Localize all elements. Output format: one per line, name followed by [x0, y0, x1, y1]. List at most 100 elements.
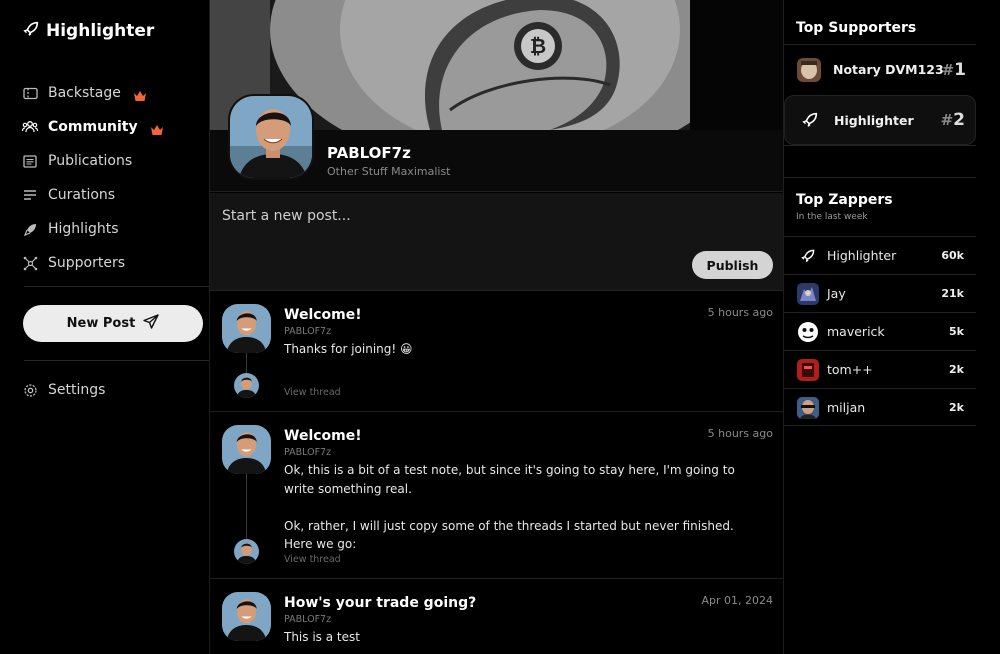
- nav-item-highlights[interactable]: Highlights: [22, 212, 202, 246]
- zapper-avatar: [797, 358, 819, 381]
- supporter-name: Highlighter: [834, 112, 914, 128]
- nav-divider: [24, 360, 210, 361]
- nav-label: Community: [48, 119, 138, 135]
- nav-item-curations[interactable]: Curations: [22, 178, 202, 212]
- post-author[interactable]: PABLOF7z: [284, 614, 331, 625]
- profile-name[interactable]: PABLOF7z: [327, 144, 411, 162]
- top-zappers-subtitle: In the last week: [796, 212, 868, 222]
- zap-amount: 21k: [941, 287, 964, 300]
- reply-avatar[interactable]: [234, 539, 259, 564]
- author-avatar[interactable]: [222, 304, 271, 353]
- top-supporters-title: Top Supporters: [796, 20, 917, 36]
- nav-divider: [24, 286, 210, 287]
- post-item[interactable]: Welcome! PABLOF7z Ok, this is a bit of a…: [210, 413, 783, 579]
- post-item[interactable]: How's your trade going? PABLOF7z This is…: [210, 580, 783, 654]
- app-name: Highlighter: [46, 21, 155, 41]
- rocket-icon: [797, 245, 819, 267]
- post-title[interactable]: How's your trade going?: [284, 595, 476, 611]
- publish-button[interactable]: Publish: [692, 251, 773, 279]
- rocket-icon: [22, 20, 40, 42]
- new-post-input[interactable]: Start a new post...: [222, 208, 351, 224]
- post-body: This is a test: [284, 630, 360, 644]
- newspaper-icon: [22, 153, 38, 169]
- new-post-button[interactable]: New Post: [23, 305, 203, 342]
- app-logo[interactable]: Highlighter: [22, 20, 154, 42]
- author-avatar[interactable]: [222, 592, 271, 641]
- main-nav: Backstage Community Publications Curatio…: [22, 76, 202, 280]
- svg-text:₿: ₿: [530, 34, 546, 58]
- post-title[interactable]: Welcome!: [284, 428, 362, 444]
- zapper-avatar: [797, 396, 819, 419]
- supporter-row[interactable]: Notary DVM123 #1: [784, 44, 976, 94]
- zapper-avatar: [797, 321, 819, 343]
- new-post-label: New Post: [66, 316, 136, 331]
- profile-tagline: Other Stuff Maximalist: [327, 165, 451, 178]
- post-body: Thanks for joining! 😀: [284, 342, 413, 356]
- nav-label: Highlights: [48, 221, 119, 237]
- thread-line: [246, 353, 247, 373]
- view-thread-link[interactable]: View thread: [284, 387, 341, 398]
- zapper-row[interactable]: maverick 5k: [784, 312, 976, 350]
- zapper-row[interactable]: Highlighter 60k: [784, 236, 976, 274]
- main-column: ₿ PABLOF7z Other Stuff Maximalist Start …: [209, 0, 784, 654]
- gear-icon: [22, 382, 38, 398]
- nav-item-community[interactable]: Community: [22, 110, 202, 144]
- supporter-name: Notary DVM123: [833, 62, 944, 77]
- view-thread-link[interactable]: View thread: [284, 554, 341, 565]
- send-icon: [143, 314, 160, 333]
- post-timestamp: 5 hours ago: [707, 427, 773, 440]
- zapper-avatar: [797, 282, 819, 305]
- reply-avatar[interactable]: [234, 373, 259, 398]
- nav-item-publications[interactable]: Publications: [22, 144, 202, 178]
- supporter-rank: #2: [940, 110, 965, 130]
- nav-item-backstage[interactable]: Backstage: [22, 76, 202, 110]
- zapper-name: maverick: [827, 324, 885, 339]
- nav-item-supporters[interactable]: Supporters: [22, 246, 202, 280]
- zap-amount: 2k: [949, 363, 964, 376]
- supporter-avatar: [797, 57, 821, 82]
- nav-label: Publications: [48, 153, 133, 169]
- supporter-row[interactable]: Highlighter #2: [784, 95, 976, 145]
- zapper-name: tom++: [827, 362, 873, 377]
- nav-label: Curations: [48, 187, 116, 203]
- highlighter-icon: [22, 221, 38, 237]
- post-body: Ok, this is a bit of a test note, but si…: [284, 463, 735, 551]
- post-title[interactable]: Welcome!: [284, 307, 362, 323]
- zapper-row[interactable]: tom++ 2k: [784, 350, 976, 388]
- post-item[interactable]: Welcome! PABLOF7z Thanks for joining! 😀 …: [210, 292, 783, 412]
- profile-avatar[interactable]: [228, 94, 314, 180]
- zapper-name: Highlighter: [827, 248, 897, 263]
- right-sidebar: Top Supporters Notary DVM123 #1 Highligh…: [784, 0, 1000, 654]
- crown-icon: [133, 87, 147, 101]
- zapper-row[interactable]: miljan 2k: [784, 388, 976, 426]
- top-zappers-title: Top Zappers: [796, 192, 893, 208]
- post-author[interactable]: PABLOF7z: [284, 447, 331, 458]
- nav-label: Supporters: [48, 255, 126, 271]
- network-icon: [22, 255, 38, 271]
- author-avatar[interactable]: [222, 425, 271, 474]
- left-sidebar: Highlighter Backstage Community Publicat…: [0, 0, 210, 654]
- zapper-name: miljan: [827, 400, 866, 415]
- zap-amount: 60k: [941, 249, 964, 262]
- nav-label: Backstage: [48, 85, 121, 101]
- supporter-rank: #1: [941, 59, 966, 80]
- zapper-name: Jay: [827, 286, 846, 301]
- nav-label: Settings: [48, 382, 106, 398]
- zapper-row[interactable]: Jay 21k: [784, 274, 976, 312]
- post-timestamp: 5 hours ago: [707, 306, 773, 319]
- crown-icon: [150, 121, 164, 135]
- rocket-icon: [798, 108, 822, 132]
- zap-amount: 2k: [949, 401, 964, 414]
- section-divider: [784, 177, 976, 178]
- section-divider: [784, 425, 976, 426]
- nav-item-settings[interactable]: Settings: [22, 373, 105, 407]
- ticket-icon: [22, 85, 38, 101]
- thread-line: [246, 474, 247, 540]
- post-composer[interactable]: Start a new post... Publish: [210, 193, 783, 291]
- list-icon: [22, 187, 38, 203]
- post-author[interactable]: PABLOF7z: [284, 326, 331, 337]
- users-icon: [22, 119, 38, 135]
- zap-amount: 5k: [949, 325, 964, 338]
- post-timestamp: Apr 01, 2024: [701, 594, 773, 607]
- section-divider: [784, 145, 976, 146]
